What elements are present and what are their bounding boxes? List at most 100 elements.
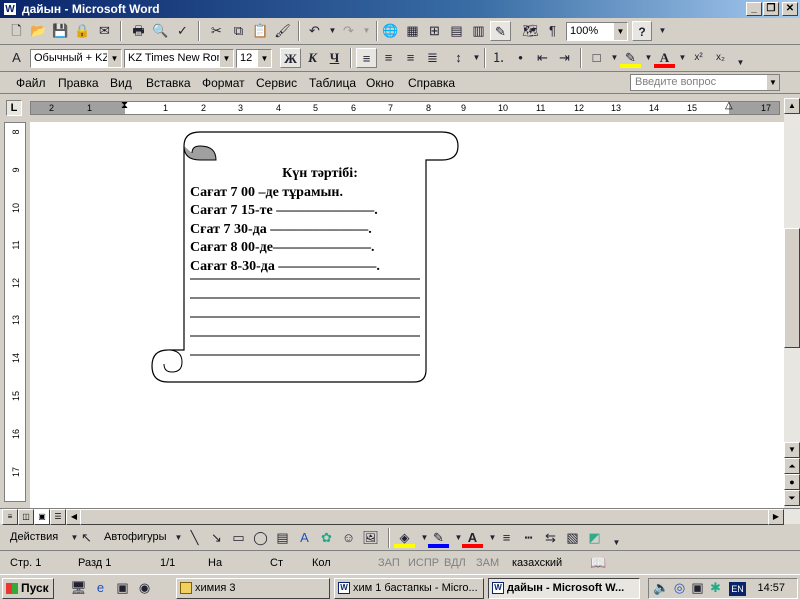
horizontal-ruler[interactable]: L 2 1 1 2 3 4 5 6 7 8 9 10 11 12 13 14 1…: [0, 98, 784, 118]
normal-view-icon[interactable]: ≡: [2, 509, 18, 525]
chevron-down-icon[interactable]: ▼: [107, 50, 121, 67]
clipart-icon[interactable]: ☺: [338, 528, 359, 548]
copy-icon[interactable]: ⧉: [228, 21, 249, 41]
vertical-scrollbar[interactable]: ▲ ▼ ⏶ ● ⏷: [784, 98, 800, 508]
arrow-icon[interactable]: ↘: [206, 528, 227, 548]
outline-view-icon[interactable]: ☰: [50, 509, 66, 525]
draw-font-color-icon[interactable]: A: [462, 528, 483, 548]
menu-format[interactable]: Формат: [202, 76, 245, 90]
insert-excel-icon[interactable]: ▤: [446, 21, 467, 41]
line-color-icon[interactable]: ✎: [428, 528, 449, 548]
chevron-down-icon[interactable]: ▼: [257, 50, 271, 67]
decrease-indent-icon[interactable]: ⇤: [532, 48, 553, 68]
font-size-combo[interactable]: 12 ▼: [236, 49, 272, 68]
align-left-icon[interactable]: ≡: [356, 48, 377, 68]
hyperlink-icon[interactable]: 🌐: [380, 21, 401, 41]
taskbar-button-word-doc2[interactable]: W дайын - Microsoft W...: [488, 578, 640, 599]
save-icon[interactable]: 💾: [50, 21, 71, 41]
select-objects-icon[interactable]: ↖: [76, 528, 97, 548]
browse-object-icon[interactable]: ●: [784, 474, 800, 490]
draw-actions-menu[interactable]: Действия: [10, 531, 58, 543]
scroll-thumb[interactable]: [784, 228, 800, 348]
font-combo[interactable]: KZ Times New Roma ▼: [124, 49, 234, 68]
underline-button[interactable]: Ч: [324, 48, 345, 68]
italic-button[interactable]: К: [302, 48, 323, 68]
paste-icon[interactable]: 📋: [250, 21, 271, 41]
scroll-up-icon[interactable]: ▲: [784, 98, 800, 114]
menu-table[interactable]: Таблица: [309, 76, 356, 90]
document-map-icon[interactable]: 🗺: [520, 21, 541, 41]
arrow-style-icon[interactable]: ⇆: [540, 528, 561, 548]
print-layout-icon[interactable]: ▣: [34, 509, 50, 525]
taskbar-button-word-doc1[interactable]: W хим 1 бастапкы - Micro...: [334, 578, 484, 599]
shadow-icon[interactable]: ▧: [562, 528, 583, 548]
drawing-toolbar-icon[interactable]: ✎: [490, 21, 511, 41]
menu-file[interactable]: Файл: [16, 76, 46, 90]
schedule-textbox[interactable]: Күн тәртібі: Сағат 7 00 –де тұрамын. Сағ…: [190, 165, 450, 276]
3d-style-icon[interactable]: ◩: [584, 528, 605, 548]
diagram-icon[interactable]: ✿: [316, 528, 337, 548]
chevron-down-icon[interactable]: ▼: [613, 23, 627, 40]
taskbar-button-folder[interactable]: химия 3: [176, 578, 330, 599]
bullets-icon[interactable]: •: [510, 48, 531, 68]
autoshapes-menu[interactable]: Автофигуры: [104, 531, 167, 543]
status-record[interactable]: ЗАП: [378, 555, 400, 571]
numbering-icon[interactable]: ⒈: [488, 48, 509, 68]
permission-icon[interactable]: 🔒: [72, 21, 93, 41]
document-page[interactable]: Күн тәртібі: Сағат 7 00 –де тұрамын. Сағ…: [30, 122, 784, 508]
tables-borders-icon[interactable]: ▦: [402, 21, 423, 41]
subscript-button[interactable]: x₂: [710, 48, 731, 68]
menu-edit[interactable]: Правка: [58, 76, 99, 90]
show-desktop-icon[interactable]: 🖥: [68, 578, 89, 598]
insert-table-icon[interactable]: ⊞: [424, 21, 445, 41]
spelling-status-icon[interactable]: 📖: [590, 555, 606, 571]
language-indicator[interactable]: EN: [729, 582, 746, 596]
show-hide-icon[interactable]: ¶: [542, 21, 563, 41]
tab-stop-selector[interactable]: L: [6, 100, 22, 116]
print-preview-icon[interactable]: 🔍: [150, 21, 171, 41]
styles-pane-icon[interactable]: A: [6, 48, 27, 68]
line-style-icon[interactable]: ≡: [496, 528, 517, 548]
menu-tools[interactable]: Сервис: [256, 76, 297, 90]
superscript-button[interactable]: x²: [688, 48, 709, 68]
email-icon[interactable]: ✉: [94, 21, 115, 41]
first-line-indent-marker[interactable]: ⧗: [121, 100, 128, 112]
format-painter-icon[interactable]: 🖌: [272, 21, 293, 41]
quicklaunch-media-icon[interactable]: ◉: [134, 578, 155, 598]
zoom-combo[interactable]: 100% ▼: [566, 22, 628, 41]
chevron-down-icon[interactable]: ▼: [219, 50, 233, 67]
line-icon[interactable]: ╲: [184, 528, 205, 548]
status-track-changes[interactable]: ИСПР: [408, 555, 439, 571]
horizontal-scroll-thumb[interactable]: [80, 509, 770, 525]
scroll-down-icon[interactable]: ▼: [784, 442, 800, 458]
help-icon[interactable]: ?: [632, 21, 652, 41]
chevron-down-icon[interactable]: ▼: [767, 75, 779, 90]
vertical-ruler[interactable]: 8 9 10 11 12 13 14 15 16 17: [4, 122, 26, 502]
previous-page-icon[interactable]: ⏶: [784, 458, 800, 474]
scroll-right-icon[interactable]: ▶: [768, 509, 784, 525]
style-combo[interactable]: Обычный + KZ ▼: [30, 49, 122, 68]
quicklaunch-app-icon[interactable]: ▣: [112, 578, 133, 598]
cut-icon[interactable]: ✂: [206, 21, 227, 41]
menu-view[interactable]: Вид: [110, 76, 132, 90]
close-button[interactable]: ✕: [782, 2, 798, 16]
columns-icon[interactable]: ▥: [468, 21, 489, 41]
internet-explorer-icon[interactable]: e: [90, 578, 111, 598]
justify-icon[interactable]: ≣: [422, 48, 443, 68]
redo-dropdown-icon[interactable]: ▼: [356, 21, 377, 41]
help-question-input[interactable]: Введите вопрос ▼: [630, 74, 780, 91]
open-folder-icon[interactable]: 📂: [28, 21, 49, 41]
ruler-strip[interactable]: 2 1 1 2 3 4 5 6 7 8 9 10 11 12 13 14 15 …: [30, 100, 780, 115]
picture-icon[interactable]: 🖼: [360, 528, 381, 548]
bold-button[interactable]: Ж: [280, 48, 301, 68]
status-overtype[interactable]: ЗАМ: [476, 555, 499, 571]
toolbar-options-icon[interactable]: ▼: [730, 53, 751, 73]
title-bar[interactable]: W дайын - Microsoft Word _ ❐ ✕: [0, 0, 800, 18]
horizontal-scrollbar[interactable]: ≡ ◫ ▣ ☰ ◀ ▶: [0, 508, 800, 525]
print-icon[interactable]: 🖶: [128, 21, 149, 41]
next-page-icon[interactable]: ⏷: [784, 490, 800, 506]
start-button[interactable]: Пуск: [2, 578, 54, 599]
increase-indent-icon[interactable]: ⇥: [554, 48, 575, 68]
align-center-icon[interactable]: ≡: [378, 48, 399, 68]
textbox-icon[interactable]: ▤: [272, 528, 293, 548]
